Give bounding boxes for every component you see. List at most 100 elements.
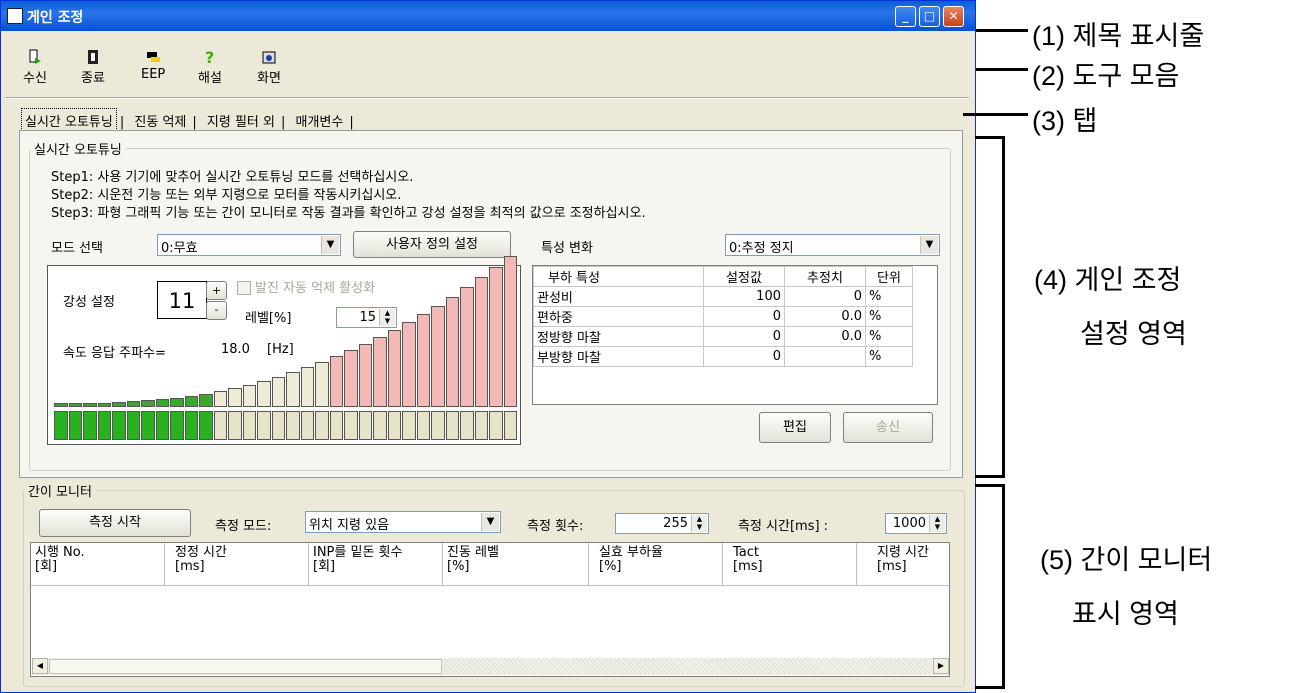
stiffness-bar-base[interactable] [228, 411, 242, 440]
stiffness-bar-base[interactable] [416, 411, 430, 440]
oscillation-checkbox[interactable] [237, 281, 251, 295]
stiffness-bar[interactable] [387, 330, 401, 407]
cell[interactable]: 0 [703, 326, 785, 347]
stiffness-bar-base[interactable] [358, 411, 372, 440]
stiffness-bar[interactable] [271, 377, 285, 407]
cell[interactable]: 0 [703, 306, 785, 327]
stiffness-bar[interactable] [141, 400, 155, 407]
receive-button[interactable]: 수신 [23, 49, 47, 86]
stiffness-bar-base[interactable] [257, 411, 271, 440]
stiffness-bar[interactable] [83, 403, 97, 407]
measurement-mode-select[interactable]: 위치 지령 있음 ▼ [305, 511, 501, 533]
stiffness-bar-base[interactable] [445, 411, 459, 440]
monitor-results-table[interactable]: 시행 No. [회] 정정 시간 [ms] INP를 밑돈 횟수 [회] 진동 레벨[… [30, 542, 950, 677]
column-vibration-level[interactable]: 진동 레벨 [%] [443, 543, 589, 585]
stiffness-bar[interactable] [402, 322, 416, 407]
stiffness-bar[interactable] [199, 394, 213, 407]
maximize-button[interactable]: □ [919, 6, 940, 27]
column-tact[interactable]: Tact [ms] [723, 543, 857, 585]
edit-button[interactable]: 편집 [759, 412, 831, 443]
stiffness-bar[interactable] [503, 256, 517, 407]
stiffness-bar-base[interactable] [373, 411, 387, 440]
stiffness-bar[interactable] [54, 403, 68, 407]
stiffness-bar-base[interactable] [112, 411, 126, 440]
horizontal-scrollbar[interactable]: ◀ ▶ [32, 658, 949, 675]
scroll-thumb[interactable] [49, 659, 442, 674]
stiffness-bar-base[interactable] [97, 411, 111, 440]
stiffness-bar-base[interactable] [460, 411, 474, 440]
stiffness-bar[interactable] [68, 403, 82, 407]
stiffness-bar-base[interactable] [184, 411, 198, 440]
stiffness-bar-base[interactable] [489, 411, 503, 440]
stiffness-bar[interactable] [155, 399, 169, 407]
scroll-right-icon[interactable]: ▶ [933, 658, 949, 674]
stiffness-bar[interactable] [474, 277, 488, 407]
stiffness-bar[interactable] [300, 367, 314, 407]
stiffness-bar[interactable] [416, 314, 430, 407]
stiffness-bar-base[interactable] [170, 411, 184, 440]
scroll-track[interactable] [442, 659, 932, 674]
cell[interactable]: 0 [703, 346, 785, 367]
stiffness-bar-base[interactable] [242, 411, 256, 440]
stiffness-bar-base[interactable] [155, 411, 169, 440]
measurement-count-spinner[interactable]: 255 ▲ ▼ [615, 513, 709, 534]
stiffness-bar[interactable] [242, 385, 256, 407]
minimize-button[interactable]: _ [895, 6, 916, 27]
stiffness-bar[interactable] [358, 344, 372, 407]
stiffness-bar-base[interactable] [474, 411, 488, 440]
stiffness-bar[interactable] [257, 381, 271, 407]
characteristic-change-select[interactable]: 0:추정 정지 ▼ [725, 234, 940, 256]
column-effective-load[interactable]: 실효 부하율 [%] [589, 543, 723, 585]
exit-button[interactable]: 종료 [81, 49, 105, 86]
stiffness-bar[interactable] [112, 402, 126, 407]
stiffness-bar[interactable] [315, 362, 329, 407]
stiffness-bar-base[interactable] [286, 411, 300, 440]
help-button[interactable]: ? 해설 [198, 49, 222, 86]
stiffness-bar[interactable] [431, 306, 445, 407]
stiffness-bar[interactable] [228, 388, 242, 407]
tab-parameters[interactable]: 매개변수 [293, 109, 347, 132]
stiffness-bar[interactable] [344, 350, 358, 407]
stiffness-bar[interactable] [213, 391, 227, 407]
eep-button[interactable]: EEP [141, 49, 165, 82]
column-settling-time[interactable]: 정정 시간 [ms] [165, 543, 309, 585]
stiffness-bar[interactable] [97, 403, 111, 407]
stiffness-bar[interactable] [373, 337, 387, 407]
stiffness-bar[interactable] [170, 398, 184, 407]
stiffness-bar[interactable] [460, 287, 474, 407]
stiffness-bar[interactable] [286, 372, 300, 407]
stiffness-bar-base[interactable] [213, 411, 227, 440]
stiffness-bar-base[interactable] [387, 411, 401, 440]
scroll-left-icon[interactable]: ◀ [32, 658, 48, 674]
tab-command-filter[interactable]: 지령 필터 외 [204, 109, 278, 132]
tab-vibration-suppression[interactable]: 진동 억제 [131, 109, 189, 132]
stiffness-increase-button[interactable]: + [206, 281, 227, 300]
stiffness-bar-base[interactable] [271, 411, 285, 440]
column-command-time[interactable]: 지령 시간 [ms] [857, 543, 949, 585]
start-measurement-button[interactable]: 측정 시작 [39, 509, 191, 537]
measurement-time-spinner[interactable]: 1000 ▲ ▼ [885, 513, 947, 534]
stiffness-bar[interactable] [126, 401, 140, 407]
stiffness-bar-base[interactable] [344, 411, 358, 440]
column-trial-no[interactable]: 시행 No. [회] [31, 543, 165, 585]
table-row[interactable]: 관성비 100 0 % [533, 286, 913, 307]
stiffness-bar-base[interactable] [126, 411, 140, 440]
stiffness-bar-base[interactable] [199, 411, 213, 440]
level-spinner[interactable]: 15 ▲ ▼ [336, 307, 397, 328]
stiffness-bar-base[interactable] [83, 411, 97, 440]
send-button[interactable]: 송신 [843, 412, 933, 443]
stiffness-bar[interactable] [184, 396, 198, 407]
stiffness-bar-base[interactable] [300, 411, 314, 440]
stiffness-bar-base[interactable] [141, 411, 155, 440]
stiffness-bar-base[interactable] [431, 411, 445, 440]
stiffness-bar-base[interactable] [315, 411, 329, 440]
stiffness-bar-base[interactable] [329, 411, 343, 440]
mode-select[interactable]: 0:무효 ▼ [157, 234, 341, 256]
cell[interactable]: 100 [703, 286, 785, 307]
custom-settings-button[interactable]: 사용자 정의 설정 [353, 231, 511, 258]
table-row[interactable]: 부방향 마찰 0 % [533, 346, 913, 367]
stiffness-bar[interactable] [445, 297, 459, 407]
stiffness-bar-base[interactable] [402, 411, 416, 440]
stiffness-decrease-button[interactable]: - [206, 301, 227, 320]
stiffness-bar-base[interactable] [54, 411, 68, 440]
